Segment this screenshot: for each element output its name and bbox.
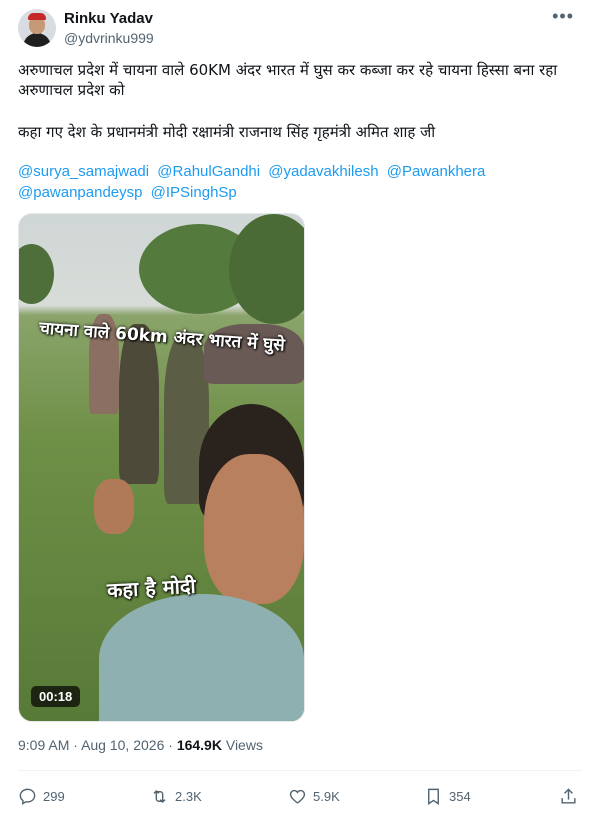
tree-shape: [229, 214, 304, 324]
mention-link[interactable]: @Pawankhera: [387, 163, 486, 180]
avatar[interactable]: [18, 9, 56, 47]
tweet-text-line1: अरुणाचल प्रदेश में चायना वाले 60KM अंदर …: [18, 61, 558, 99]
man-hand: [94, 479, 134, 534]
share-button[interactable]: [559, 787, 578, 806]
views-count[interactable]: 164.9K: [177, 737, 222, 753]
meta-separator: ·: [73, 737, 78, 753]
mention-link[interactable]: @pawanpandeysp: [18, 184, 142, 201]
video-duration-badge: 00:18: [31, 686, 81, 707]
share-icon: [561, 788, 576, 804]
post-date[interactable]: Aug 10, 2026: [81, 737, 164, 753]
mentions: @surya_samajwadi @RahulGandhi @yadavakhi…: [18, 161, 578, 203]
repost-icon: [153, 789, 166, 804]
mention-link[interactable]: @RahulGandhi: [157, 163, 260, 180]
mention-link[interactable]: @IPSinghSp: [151, 184, 237, 201]
video-player[interactable]: चायना वाले 60km अंदर भारत में घुसे कहा ह…: [18, 213, 305, 722]
action-bar: 299 2.3K 5.9K 354: [18, 787, 583, 809]
like-button[interactable]: 5.9K: [288, 787, 340, 806]
crowd-shape: [119, 324, 159, 484]
views-label: Views: [225, 737, 263, 753]
more-icon[interactable]: •••: [552, 6, 574, 27]
tweet-card: Rinku Yadav @ydvrinku999 ••• अरुणाचल प्र…: [0, 0, 600, 819]
divider: [18, 770, 582, 771]
bookmark-button[interactable]: 354: [424, 787, 471, 806]
bookmark-icon: [428, 788, 439, 805]
author-handle[interactable]: @ydvrinku999: [64, 30, 154, 47]
reply-button[interactable]: 299: [18, 787, 65, 806]
repost-count: 2.3K: [175, 789, 202, 804]
repost-button[interactable]: 2.3K: [150, 787, 202, 806]
mention-link[interactable]: @surya_samajwadi: [18, 163, 149, 180]
bookmark-count: 354: [449, 789, 471, 804]
reply-icon: [19, 788, 36, 805]
like-icon: [289, 789, 306, 804]
meta-dot: ·: [168, 737, 173, 753]
tree-shape: [19, 244, 54, 304]
reply-count: 299: [43, 789, 65, 804]
author-name[interactable]: Rinku Yadav: [64, 10, 153, 28]
man-shirt: [99, 594, 304, 721]
man-face: [204, 454, 304, 604]
tweet-meta: 9:09 AM · Aug 10, 2026 · 164.9K Views: [18, 737, 263, 753]
like-count: 5.9K: [313, 789, 340, 804]
mention-link[interactable]: @yadavakhilesh: [268, 163, 378, 180]
tweet-text-line2: कहा गए देश के प्रधानमंत्री मोदी रक्षामंत…: [18, 123, 436, 141]
post-time[interactable]: 9:09 AM: [18, 737, 69, 753]
video-caption-top: चायना वाले 60km अंदर भारत में घुसे: [38, 318, 286, 356]
video-caption-bottom: कहा है मोदी: [106, 573, 197, 603]
